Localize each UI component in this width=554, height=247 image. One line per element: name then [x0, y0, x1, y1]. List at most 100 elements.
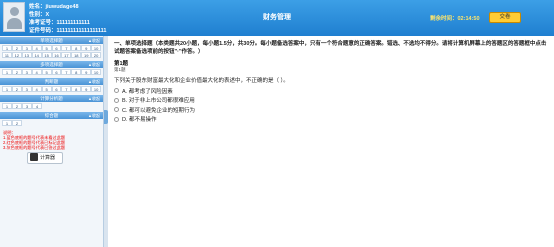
comprehensive-grid: 12	[0, 119, 103, 128]
collapse-toggle[interactable]: ▲收起	[88, 95, 100, 102]
question-number-cell[interactable]: 1	[2, 120, 12, 126]
question-number-cell[interactable]: 6	[51, 69, 62, 75]
submit-exam-button[interactable]: 交卷	[489, 12, 521, 23]
question-number-cell[interactable]: 13	[21, 52, 32, 58]
question-number-cell[interactable]: 18	[71, 52, 82, 58]
question-number-cell[interactable]: 1	[2, 86, 12, 92]
question-number-cell[interactable]: 10	[91, 69, 102, 75]
single-choice-grid: 1 2 3 4 5 6 7 8 9 10 11 12 13 14 15 16 17 18 19 20	[0, 44, 103, 60]
option-label: A. 都考虑了风险因素	[122, 88, 173, 95]
question-number-cell[interactable]: 1	[2, 103, 12, 109]
avatar-body-icon	[7, 18, 22, 29]
candidate-gender: 性别：X	[29, 12, 50, 18]
legend-notes: 说明： 1.蓝色底框的题号代表未看过此题 2.红色底框的题号代表已标记此题 3.…	[3, 130, 100, 170]
option-a[interactable]: A. 都考虑了风险因素	[114, 86, 195, 96]
question-number-cell[interactable]: 4	[31, 86, 42, 92]
question-number-cell[interactable]: 10	[91, 86, 102, 92]
question-number-cell[interactable]: 17	[61, 52, 72, 58]
question-number-cell[interactable]: 7	[61, 69, 72, 75]
question-number-cell[interactable]: 1	[2, 69, 12, 75]
question-number-cell[interactable]: 7	[61, 86, 72, 92]
question-number-cell[interactable]: 20	[91, 52, 102, 58]
question-number-cell[interactable]: 12	[11, 52, 22, 58]
collapse-toggle[interactable]: ▲收起	[88, 112, 100, 119]
radio-button[interactable]	[114, 97, 119, 103]
section-label: 多项选择题	[40, 62, 63, 67]
question-number-cell[interactable]: 8	[71, 86, 82, 92]
section-header-calculation[interactable]: 计算分析题 ▲收起	[0, 95, 103, 102]
radio-button[interactable]	[114, 107, 119, 113]
question-number-cell[interactable]: 3	[21, 45, 32, 51]
avatar-head-icon	[10, 7, 19, 16]
grid-row: 12	[2, 120, 101, 127]
remaining-time: 剩余时间：02:14:50	[430, 16, 480, 22]
calculator-label: 计算器	[40, 155, 56, 161]
answer-options: A. 都考虑了风险因素 B. 对于非上市公司都很难应用 C. 都可以避免企业的短…	[114, 86, 195, 124]
section-label: 单项选择题	[40, 38, 63, 43]
question-number-cell[interactable]: 9	[81, 86, 92, 92]
collapse-toggle[interactable]: ▲收起	[88, 61, 100, 68]
question-text: 下列关于股东财富最大化和企业价值最大化的表述中，不正确的是（ ）。	[114, 78, 289, 84]
question-number-cell[interactable]: 3	[21, 86, 32, 92]
question-number-cell[interactable]: 5	[41, 45, 52, 51]
option-d[interactable]: D. 都不易操作	[114, 115, 195, 125]
grid-row: 11 12 13 14 15 16 17 18 19 20	[2, 52, 102, 59]
radio-button[interactable]	[114, 116, 119, 122]
option-label: C. 都可以避免企业的短期行为	[122, 107, 196, 114]
question-number-cell[interactable]: 11	[2, 52, 12, 58]
collapse-toggle[interactable]: ▲收起	[88, 78, 100, 85]
question-number-cell[interactable]: 3	[21, 69, 32, 75]
option-b[interactable]: B. 对于非上市公司都很难应用	[114, 96, 195, 106]
question-number-cell[interactable]: 2	[12, 103, 22, 109]
question-number-cell[interactable]: 9	[81, 69, 92, 75]
question-area: 一、单项选择题（本类题共20小题，每小题1.5分，共30分。每小题备选答案中，只…	[108, 36, 554, 247]
radio-button[interactable]	[114, 88, 119, 94]
section-label: 判断题	[44, 79, 59, 84]
question-number-cell[interactable]: 5	[41, 69, 52, 75]
question-number-cell[interactable]: 7	[61, 45, 72, 51]
question-number-cell[interactable]: 10	[91, 45, 102, 51]
question-sub-number: 第1题	[114, 67, 126, 72]
grid-row: 1 2 3 4 5 6 7 8 9 10	[2, 69, 102, 76]
question-number-cell[interactable]: 3	[22, 103, 32, 109]
grid-row: 1234	[2, 103, 101, 110]
question-number-cell[interactable]: 15	[41, 52, 52, 58]
question-number-cell[interactable]: 1	[2, 45, 12, 51]
question-number-cell[interactable]: 14	[31, 52, 42, 58]
question-number-cell[interactable]: 19	[81, 52, 92, 58]
question-number-cell[interactable]: 2	[12, 120, 22, 126]
section-header-true-false[interactable]: 判断题 ▲收起	[0, 78, 103, 85]
avatar	[3, 2, 25, 32]
section-label: 计算分析题	[40, 96, 63, 101]
question-number-cell[interactable]: 4	[31, 69, 42, 75]
section-header-single-choice[interactable]: 单项选择题 ▲收起	[0, 37, 103, 44]
grid-row: 1 2 3 4 5 6 7 8 9 10	[2, 45, 102, 52]
candidate-name: 姓名：jiuwudage48	[29, 4, 79, 10]
question-number-cell[interactable]: 9	[81, 45, 92, 51]
grid-row: 1 2 3 4 5 6 7 8 9 10	[2, 86, 102, 93]
section-instructions: 一、单项选择题（本类题共20小题，每小题1.5分，共30分。每小题备选答案中，只…	[114, 41, 547, 55]
question-number-cell[interactable]: 8	[71, 45, 82, 51]
question-number: 第1题	[114, 61, 129, 67]
question-number-cell[interactable]: 6	[51, 45, 62, 51]
question-number-cell[interactable]: 8	[71, 69, 82, 75]
question-number-cell[interactable]: 4	[31, 45, 42, 51]
question-number-cell[interactable]: 6	[51, 86, 62, 92]
question-number-cell[interactable]: 5	[41, 86, 52, 92]
question-number-cell[interactable]: 2	[11, 45, 22, 51]
section-header-comprehensive[interactable]: 综合题 ▲收起	[0, 112, 103, 119]
candidate-info: 姓名：jiuwudage48 性别：X 准考证号：111111111111 证件…	[29, 3, 106, 35]
section-header-multiple-choice[interactable]: 多项选择题 ▲收起	[0, 61, 103, 68]
notes-line: 3.灰色底框的题号代表已答过此题	[3, 145, 66, 150]
question-number-cell[interactable]: 4	[32, 103, 42, 109]
option-c[interactable]: C. 都可以避免企业的短期行为	[114, 105, 195, 115]
true-false-grid: 1 2 3 4 5 6 7 8 9 10	[0, 85, 103, 94]
candidate-cert-number: 准考证号：111111111111	[29, 20, 90, 26]
question-number-cell[interactable]: 16	[51, 52, 62, 58]
question-number-cell[interactable]: 2	[11, 69, 22, 75]
multiple-choice-grid: 1 2 3 4 5 6 7 8 9 10	[0, 68, 103, 77]
question-number-cell[interactable]: 2	[11, 86, 22, 92]
calculator-button[interactable]: 计算器	[27, 152, 63, 164]
collapse-toggle[interactable]: ▲收起	[88, 37, 100, 44]
header-bar: 姓名：jiuwudage48 性别：X 准考证号：111111111111 证件…	[0, 0, 554, 36]
